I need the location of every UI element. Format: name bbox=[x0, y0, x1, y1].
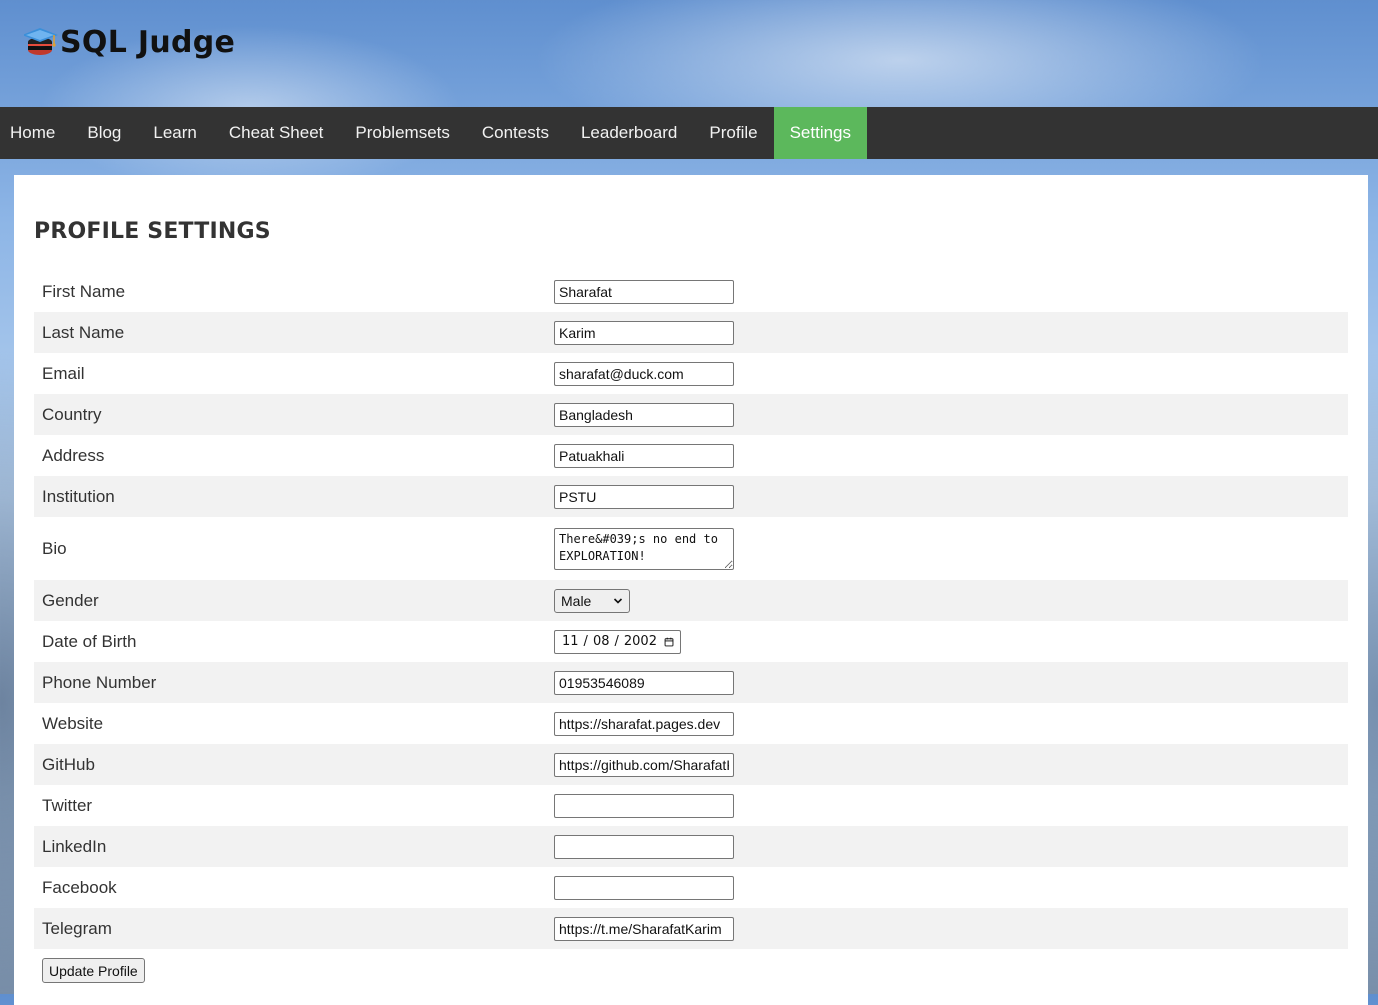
site-title: SQL Judge bbox=[60, 24, 236, 60]
form-row-country: Country bbox=[34, 394, 1348, 435]
last-name-input[interactable] bbox=[554, 320, 734, 345]
page-title: PROFILE SETTINGS bbox=[34, 219, 271, 244]
first-name-label: First Name bbox=[42, 281, 126, 301]
linkedin-input[interactable] bbox=[554, 834, 734, 859]
institution-input[interactable] bbox=[554, 484, 734, 509]
gender-label: Gender bbox=[42, 590, 99, 610]
dob-year[interactable]: 2002 bbox=[623, 634, 658, 649]
facebook-label: Facebook bbox=[42, 877, 117, 897]
first-name-input[interactable] bbox=[554, 279, 734, 304]
date-separator: / bbox=[614, 634, 619, 649]
form-row-linkedin: LinkedIn bbox=[34, 826, 1348, 867]
form-row-dob: Date of Birth 11 / 08 / 2002 bbox=[34, 621, 1348, 662]
form-row-github: GitHub bbox=[34, 744, 1348, 785]
nav-settings[interactable]: Settings bbox=[773, 107, 868, 159]
form-row-last-name: Last Name bbox=[34, 312, 1348, 353]
nav-leaderboard[interactable]: Leaderboard bbox=[565, 107, 693, 159]
form-row-phone: Phone Number bbox=[34, 662, 1348, 703]
github-input[interactable] bbox=[554, 752, 734, 777]
form-row-facebook: Facebook bbox=[34, 867, 1348, 908]
nav-contests[interactable]: Contests bbox=[466, 107, 565, 159]
email-input[interactable] bbox=[554, 361, 734, 386]
settings-card: PROFILE SETTINGS First Name Last Name Em… bbox=[14, 175, 1368, 1005]
form-row-twitter: Twitter bbox=[34, 785, 1348, 826]
profile-form: First Name Last Name Email Country Addre… bbox=[34, 271, 1348, 949]
form-row-gender: Gender Male bbox=[34, 580, 1348, 621]
phone-label: Phone Number bbox=[42, 672, 157, 692]
address-input[interactable] bbox=[554, 443, 734, 468]
chevron-down-icon bbox=[613, 597, 623, 604]
calendar-icon[interactable] bbox=[664, 635, 674, 649]
twitter-input[interactable] bbox=[554, 793, 734, 818]
form-row-bio: Bio There&#039;s no end to EXPLORATION! bbox=[34, 517, 1348, 580]
graduation-cap-icon bbox=[24, 28, 58, 55]
address-label: Address bbox=[42, 445, 105, 465]
update-profile-button[interactable]: Update Profile bbox=[42, 958, 145, 983]
country-label: Country bbox=[42, 404, 102, 424]
bio-label: Bio bbox=[42, 538, 67, 558]
form-row-website: Website bbox=[34, 703, 1348, 744]
email-label: Email bbox=[42, 363, 85, 383]
linkedin-label: LinkedIn bbox=[42, 836, 107, 856]
telegram-label: Telegram bbox=[42, 918, 112, 938]
nav-blog[interactable]: Blog bbox=[71, 107, 137, 159]
main-navbar: Home Blog Learn Cheat Sheet Problemsets … bbox=[0, 107, 1378, 159]
form-row-email: Email bbox=[34, 353, 1348, 394]
gender-select[interactable]: Male bbox=[554, 588, 630, 613]
dob-label: Date of Birth bbox=[42, 631, 137, 651]
telegram-input[interactable] bbox=[554, 916, 734, 941]
gender-selected-value: Male bbox=[561, 592, 592, 609]
site-header: SQL Judge bbox=[0, 0, 1378, 107]
twitter-label: Twitter bbox=[42, 795, 93, 815]
nav-problemsets[interactable]: Problemsets bbox=[339, 107, 465, 159]
nav-home[interactable]: Home bbox=[0, 107, 71, 159]
website-label: Website bbox=[42, 713, 104, 733]
institution-label: Institution bbox=[42, 486, 115, 506]
dob-month[interactable]: 08 bbox=[592, 634, 611, 649]
country-input[interactable] bbox=[554, 402, 734, 427]
form-row-address: Address bbox=[34, 435, 1348, 476]
form-row-first-name: First Name bbox=[34, 271, 1348, 312]
nav-learn[interactable]: Learn bbox=[137, 107, 212, 159]
date-separator: / bbox=[583, 634, 588, 649]
bio-textarea[interactable]: There&#039;s no end to EXPLORATION! bbox=[554, 527, 734, 570]
form-row-institution: Institution bbox=[34, 476, 1348, 517]
site-logo[interactable]: SQL Judge bbox=[24, 24, 235, 60]
facebook-input[interactable] bbox=[554, 875, 734, 900]
last-name-label: Last Name bbox=[42, 322, 125, 342]
website-input[interactable] bbox=[554, 711, 734, 736]
nav-profile[interactable]: Profile bbox=[693, 107, 773, 159]
dob-date-input[interactable]: 11 / 08 / 2002 bbox=[554, 629, 681, 654]
form-row-telegram: Telegram bbox=[34, 908, 1348, 949]
dob-day[interactable]: 11 bbox=[561, 634, 580, 649]
phone-input[interactable] bbox=[554, 670, 734, 695]
github-label: GitHub bbox=[42, 754, 95, 774]
nav-cheat-sheet[interactable]: Cheat Sheet bbox=[213, 107, 340, 159]
